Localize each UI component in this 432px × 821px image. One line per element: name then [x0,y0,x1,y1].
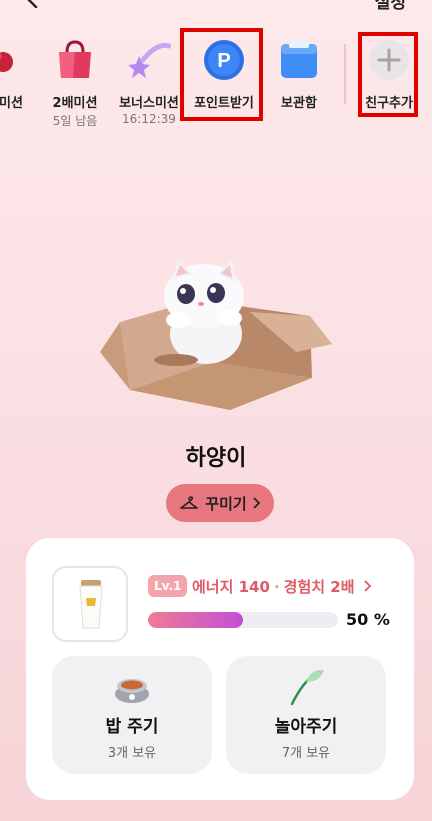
decorate-button[interactable]: 꾸미기 [166,484,274,522]
mission-label: 2배미션 [52,96,98,111]
mission-label: 보너스미션 [119,96,179,111]
separator-dot: · [273,578,280,596]
hanger-icon [180,496,199,509]
storage-box-icon [281,40,317,78]
cup-icon [79,580,103,629]
item-thumbnail[interactable] [52,566,128,642]
food-bowl-icon [115,679,149,703]
energy-progress-bar [148,612,338,628]
gift-ribbon-icon [0,52,13,72]
chevron-right-icon [364,580,372,592]
feather-toy-icon [290,669,324,706]
highlight-box-add-friend [358,32,418,117]
character-name: 하양이 [185,446,247,471]
play-label: 놀아주기 [274,717,338,737]
back-arrow-icon[interactable] [24,0,40,8]
stats-card: Lv.1 에너지 140 · 경험치 2배 50 % 밥 주기 3개 보유 놀아주기… [26,538,414,800]
feed-count: 3개 보유 [107,746,157,761]
mission-sub: 5일 남음 [52,114,98,128]
feed-label: 밥 주기 [105,717,159,737]
exp-label: 경험치 2배 [283,578,355,596]
energy-progress-fill [148,612,243,628]
mission-label: 미션 [0,96,23,111]
cat-in-box-illustration [100,260,332,410]
mission-divider [344,44,346,104]
shooting-star-icon [128,42,171,78]
feed-button[interactable]: 밥 주기 3개 보유 [52,656,212,774]
energy-exp-link[interactable]: 에너지 140 · 경험치 2배 [192,576,372,597]
play-button[interactable]: 놀아주기 7개 보유 [226,656,386,774]
highlight-box-point [180,28,263,121]
progress-percent: 50 % [346,610,390,629]
top-bar: 설정 [0,0,432,13]
level-badge: Lv.1 [148,575,188,597]
play-count: 7개 보유 [281,746,331,761]
shopping-bag-icon [59,40,91,78]
chevron-right-icon [253,497,260,509]
mission-sub: 16:12:39 [122,112,176,126]
mission-label: 보관함 [281,96,317,111]
decorate-label: 꾸미기 [205,494,247,513]
energy-label: 에너지 140 [192,578,270,596]
settings-button[interactable]: 설정 [375,0,406,13]
